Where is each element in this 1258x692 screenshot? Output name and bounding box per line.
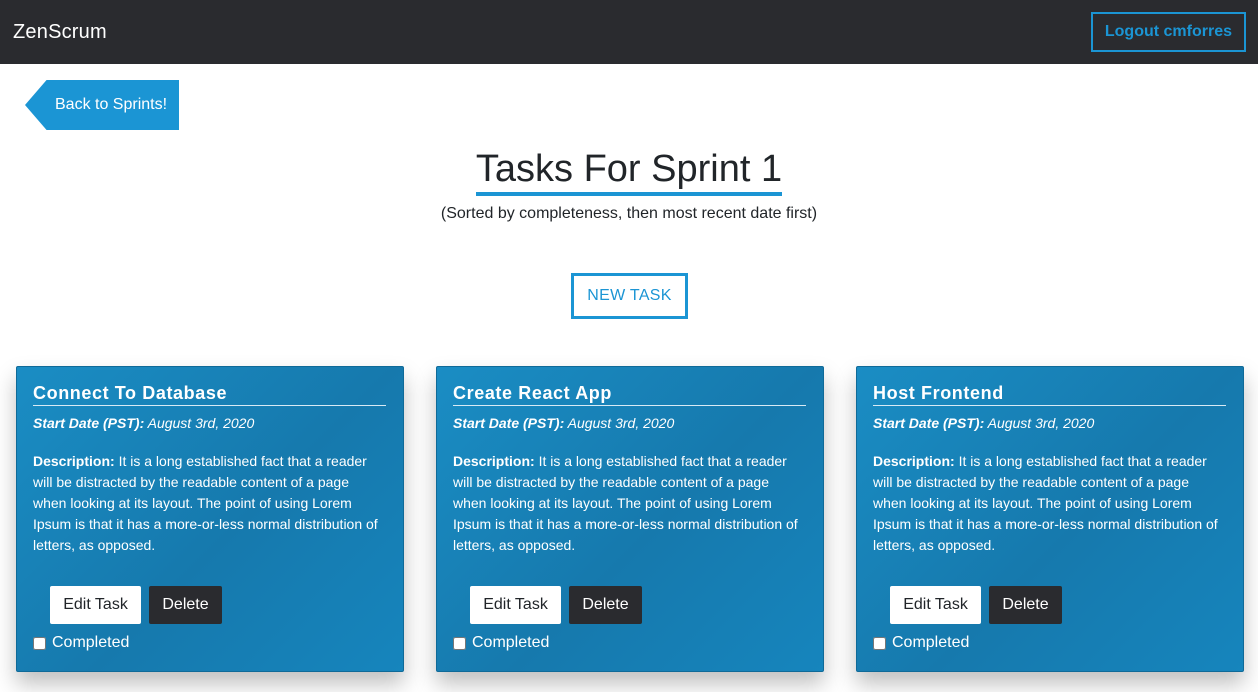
completed-checkbox[interactable] <box>33 636 46 650</box>
back-to-sprints-button[interactable]: Back to Sprints! <box>25 80 179 130</box>
task-title: Create React App <box>453 383 806 406</box>
edit-task-button[interactable]: Edit Task <box>50 586 141 624</box>
task-start-date: Start Date (PST): August 3rd, 2020 <box>453 415 807 431</box>
edit-task-button[interactable]: Edit Task <box>890 586 981 624</box>
delete-task-button[interactable]: Delete <box>989 586 1062 624</box>
task-start-date: Start Date (PST): August 3rd, 2020 <box>33 415 387 431</box>
start-date-label: Start Date (PST): <box>873 415 985 431</box>
start-date-value: August 3rd, 2020 <box>567 415 675 431</box>
edit-task-button[interactable]: Edit Task <box>470 586 561 624</box>
top-navbar: ZenScrum Logout cmforres <box>0 0 1258 64</box>
page-title-text: Tasks For Sprint 1 <box>475 146 783 196</box>
task-actions: Edit Task Delete <box>470 586 642 624</box>
start-date-value: August 3rd, 2020 <box>987 415 1095 431</box>
completed-label: Completed <box>892 634 970 651</box>
task-actions: Edit Task Delete <box>890 586 1062 624</box>
description-label: Description: <box>453 453 535 469</box>
start-date-value: August 3rd, 2020 <box>147 415 255 431</box>
task-card: Create React App Start Date (PST): Augus… <box>436 366 824 672</box>
sort-note: (Sorted by completeness, then most recen… <box>440 205 818 222</box>
start-date-label: Start Date (PST): <box>33 415 145 431</box>
task-description: Description: It is a long established fa… <box>453 451 805 556</box>
completed-checkbox[interactable] <box>873 636 886 650</box>
description-label: Description: <box>873 453 955 469</box>
task-card: Connect To Database Start Date (PST): Au… <box>16 366 404 672</box>
new-task-button[interactable]: NEW TASK <box>571 273 688 319</box>
task-description: Description: It is a long established fa… <box>873 451 1225 556</box>
task-actions: Edit Task Delete <box>50 586 222 624</box>
completed-label: Completed <box>472 634 550 651</box>
logout-button[interactable]: Logout cmforres <box>1090 12 1246 52</box>
completed-toggle[interactable]: Completed <box>33 634 129 652</box>
description-label: Description: <box>33 453 115 469</box>
brand-logo-text[interactable]: ZenScrum <box>13 21 107 44</box>
completed-checkbox[interactable] <box>453 636 466 650</box>
page-title: Tasks For Sprint 1 <box>0 146 1258 196</box>
task-start-date: Start Date (PST): August 3rd, 2020 <box>873 415 1227 431</box>
task-title: Connect To Database <box>33 383 386 406</box>
start-date-label: Start Date (PST): <box>453 415 565 431</box>
task-card: Host Frontend Start Date (PST): August 3… <box>856 366 1244 672</box>
task-description: Description: It is a long established fa… <box>33 451 385 556</box>
task-title: Host Frontend <box>873 383 1226 406</box>
completed-label: Completed <box>52 634 130 651</box>
delete-task-button[interactable]: Delete <box>149 586 222 624</box>
completed-toggle[interactable]: Completed <box>453 634 549 652</box>
delete-task-button[interactable]: Delete <box>569 586 642 624</box>
completed-toggle[interactable]: Completed <box>873 634 969 652</box>
